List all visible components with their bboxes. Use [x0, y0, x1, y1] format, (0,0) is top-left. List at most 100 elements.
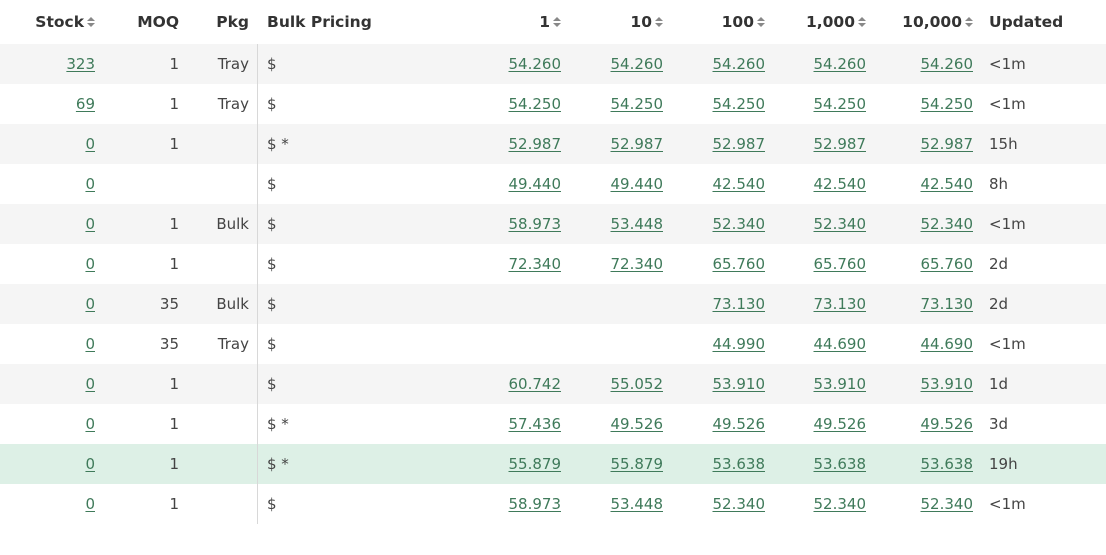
price-1000-link[interactable]: 44.690: [814, 335, 867, 353]
stock-link[interactable]: 0: [85, 255, 95, 273]
stock-link[interactable]: 0: [85, 495, 95, 513]
table-row[interactable]: 0 1 $58.973 53.448 52.340 52.340 52.340 <1m: [0, 484, 1106, 524]
price-1-link[interactable]: 55.879: [509, 455, 562, 473]
stock-link[interactable]: 0: [85, 375, 95, 393]
price-1000-link[interactable]: 65.760: [814, 255, 867, 273]
price-10000-cell: 53.910: [866, 364, 974, 404]
price-1000-link[interactable]: 52.340: [814, 215, 867, 233]
price-1-link[interactable]: 52.987: [509, 135, 562, 153]
price-10-link[interactable]: 49.440: [611, 175, 664, 193]
price-1000-link[interactable]: 54.250: [814, 95, 867, 113]
price-10000-link[interactable]: 54.250: [921, 95, 974, 113]
price-100-link[interactable]: 54.250: [713, 95, 766, 113]
price-10-link[interactable]: 52.987: [611, 135, 664, 153]
stock-cell: 0: [0, 164, 95, 204]
price-1-link[interactable]: 58.973: [509, 495, 562, 513]
price-10-link[interactable]: 49.526: [611, 415, 664, 433]
price-10-link[interactable]: 55.879: [611, 455, 664, 473]
price-1-link[interactable]: 49.440: [509, 175, 562, 193]
stock-link[interactable]: 0: [85, 215, 95, 233]
price-1000-link[interactable]: 49.526: [814, 415, 867, 433]
stock-link[interactable]: 0: [85, 135, 95, 153]
price-10000-link[interactable]: 52.987: [921, 135, 974, 153]
table-row[interactable]: 0 1 $72.340 72.340 65.760 65.760 65.760 2d: [0, 244, 1106, 284]
bulk-pricing-cell: $ *: [267, 404, 377, 444]
stock-link[interactable]: 69: [76, 95, 95, 113]
price-1-link[interactable]: 54.250: [509, 95, 562, 113]
price-1-link[interactable]: 60.742: [509, 375, 562, 393]
price-100-link[interactable]: 73.130: [713, 295, 766, 313]
table-row[interactable]: 0 1 $60.742 55.052 53.910 53.910 53.910 1d: [0, 364, 1106, 404]
price-10-link[interactable]: 53.448: [611, 495, 664, 513]
price-100-link[interactable]: 53.910: [713, 375, 766, 393]
price-1000-link[interactable]: 53.638: [814, 455, 867, 473]
price-100-link[interactable]: 54.260: [713, 55, 766, 73]
price-10000-link[interactable]: 53.910: [921, 375, 974, 393]
price-100-link[interactable]: 42.540: [713, 175, 766, 193]
price-10000-cell: 52.340: [866, 204, 974, 244]
price-100-link[interactable]: 65.760: [713, 255, 766, 273]
price-100-link[interactable]: 44.990: [713, 335, 766, 353]
price-1000-link[interactable]: 73.130: [814, 295, 867, 313]
stock-link[interactable]: 0: [85, 455, 95, 473]
table-row[interactable]: 0 1 $ * 57.436 49.526 49.526 49.526 49.526 3d: [0, 404, 1106, 444]
price-10-link[interactable]: 72.340: [611, 255, 664, 273]
price-10000-link[interactable]: 44.690: [921, 335, 974, 353]
price-1-link[interactable]: 57.436: [509, 415, 562, 433]
sort-updown-icon[interactable]: [965, 17, 973, 27]
price-100-cell: 65.760: [663, 244, 766, 284]
price-1-link[interactable]: 54.260: [509, 55, 562, 73]
col-header-bulk-pricing: Bulk Pricing: [267, 13, 372, 31]
price-100-link[interactable]: 53.638: [713, 455, 766, 473]
sort-updown-icon[interactable]: [87, 17, 95, 27]
price-10000-link[interactable]: 52.340: [921, 215, 974, 233]
table-row[interactable]: 0 1 $ * 52.987 52.987 52.987 52.987 52.987 15h: [0, 124, 1106, 164]
price-10000-link[interactable]: 53.638: [921, 455, 974, 473]
table-row[interactable]: 0 $49.440 49.440 42.540 42.540 42.540 8h: [0, 164, 1106, 204]
price-10-link[interactable]: 55.052: [611, 375, 664, 393]
col-header-price-10000[interactable]: 10,000: [866, 0, 973, 44]
sort-updown-icon[interactable]: [553, 17, 561, 27]
moq-cell: 1: [110, 444, 179, 484]
col-header-price-100[interactable]: 100: [663, 0, 765, 44]
table-row[interactable]: 0 35 Bulk $73.130 73.130 73.130 2d: [0, 284, 1106, 324]
price-1000-link[interactable]: 53.910: [814, 375, 867, 393]
table-row[interactable]: 0 35 Tray $44.990 44.690 44.690 <1m: [0, 324, 1106, 364]
price-1000-link[interactable]: 52.340: [814, 495, 867, 513]
col-header-price-1000[interactable]: 1,000: [765, 0, 866, 44]
sort-updown-icon[interactable]: [655, 17, 663, 27]
price-1000-link[interactable]: 54.260: [814, 55, 867, 73]
price-100-link[interactable]: 52.340: [713, 215, 766, 233]
sort-updown-icon[interactable]: [757, 17, 765, 27]
table-row[interactable]: 69 1 Tray $54.250 54.250 54.250 54.250 54.250 <1…: [0, 84, 1106, 124]
price-1000-link[interactable]: 42.540: [814, 175, 867, 193]
stock-link[interactable]: 0: [85, 175, 95, 193]
price-10-link[interactable]: 54.260: [611, 55, 664, 73]
price-100-link[interactable]: 49.526: [713, 415, 766, 433]
price-1-link[interactable]: 58.973: [509, 215, 562, 233]
stock-link[interactable]: 323: [66, 55, 95, 73]
price-10000-link[interactable]: 65.760: [921, 255, 974, 273]
table-row[interactable]: 323 1 Tray $54.260 54.260 54.260 54.260 54.260 <…: [0, 44, 1106, 84]
price-10-link[interactable]: 54.250: [611, 95, 664, 113]
price-10-link[interactable]: 53.448: [611, 215, 664, 233]
price-100-link[interactable]: 52.340: [713, 495, 766, 513]
price-10000-link[interactable]: 49.526: [921, 415, 974, 433]
price-10000-link[interactable]: 54.260: [921, 55, 974, 73]
stock-link[interactable]: 0: [85, 295, 95, 313]
stock-link[interactable]: 0: [85, 335, 95, 353]
price-10000-link[interactable]: 52.340: [921, 495, 974, 513]
price-100-link[interactable]: 52.987: [713, 135, 766, 153]
table-row[interactable]: 0 1 $ * 55.879 55.879 53.638 53.638 53.638 19h: [0, 444, 1106, 484]
price-1000-link[interactable]: 52.987: [814, 135, 867, 153]
stock-link[interactable]: 0: [85, 415, 95, 433]
col-header-stock[interactable]: Stock: [0, 0, 95, 44]
col-header-price-1[interactable]: 1: [420, 0, 561, 44]
table-row[interactable]: 0 1 Bulk $58.973 53.448 52.340 52.340 52.340 <1m: [0, 204, 1106, 244]
sort-updown-icon[interactable]: [858, 17, 866, 27]
price-100-cell: 73.130: [663, 284, 766, 324]
price-10000-link[interactable]: 73.130: [921, 295, 974, 313]
col-header-price-10[interactable]: 10: [561, 0, 663, 44]
price-1-link[interactable]: 72.340: [509, 255, 562, 273]
price-10000-link[interactable]: 42.540: [921, 175, 974, 193]
